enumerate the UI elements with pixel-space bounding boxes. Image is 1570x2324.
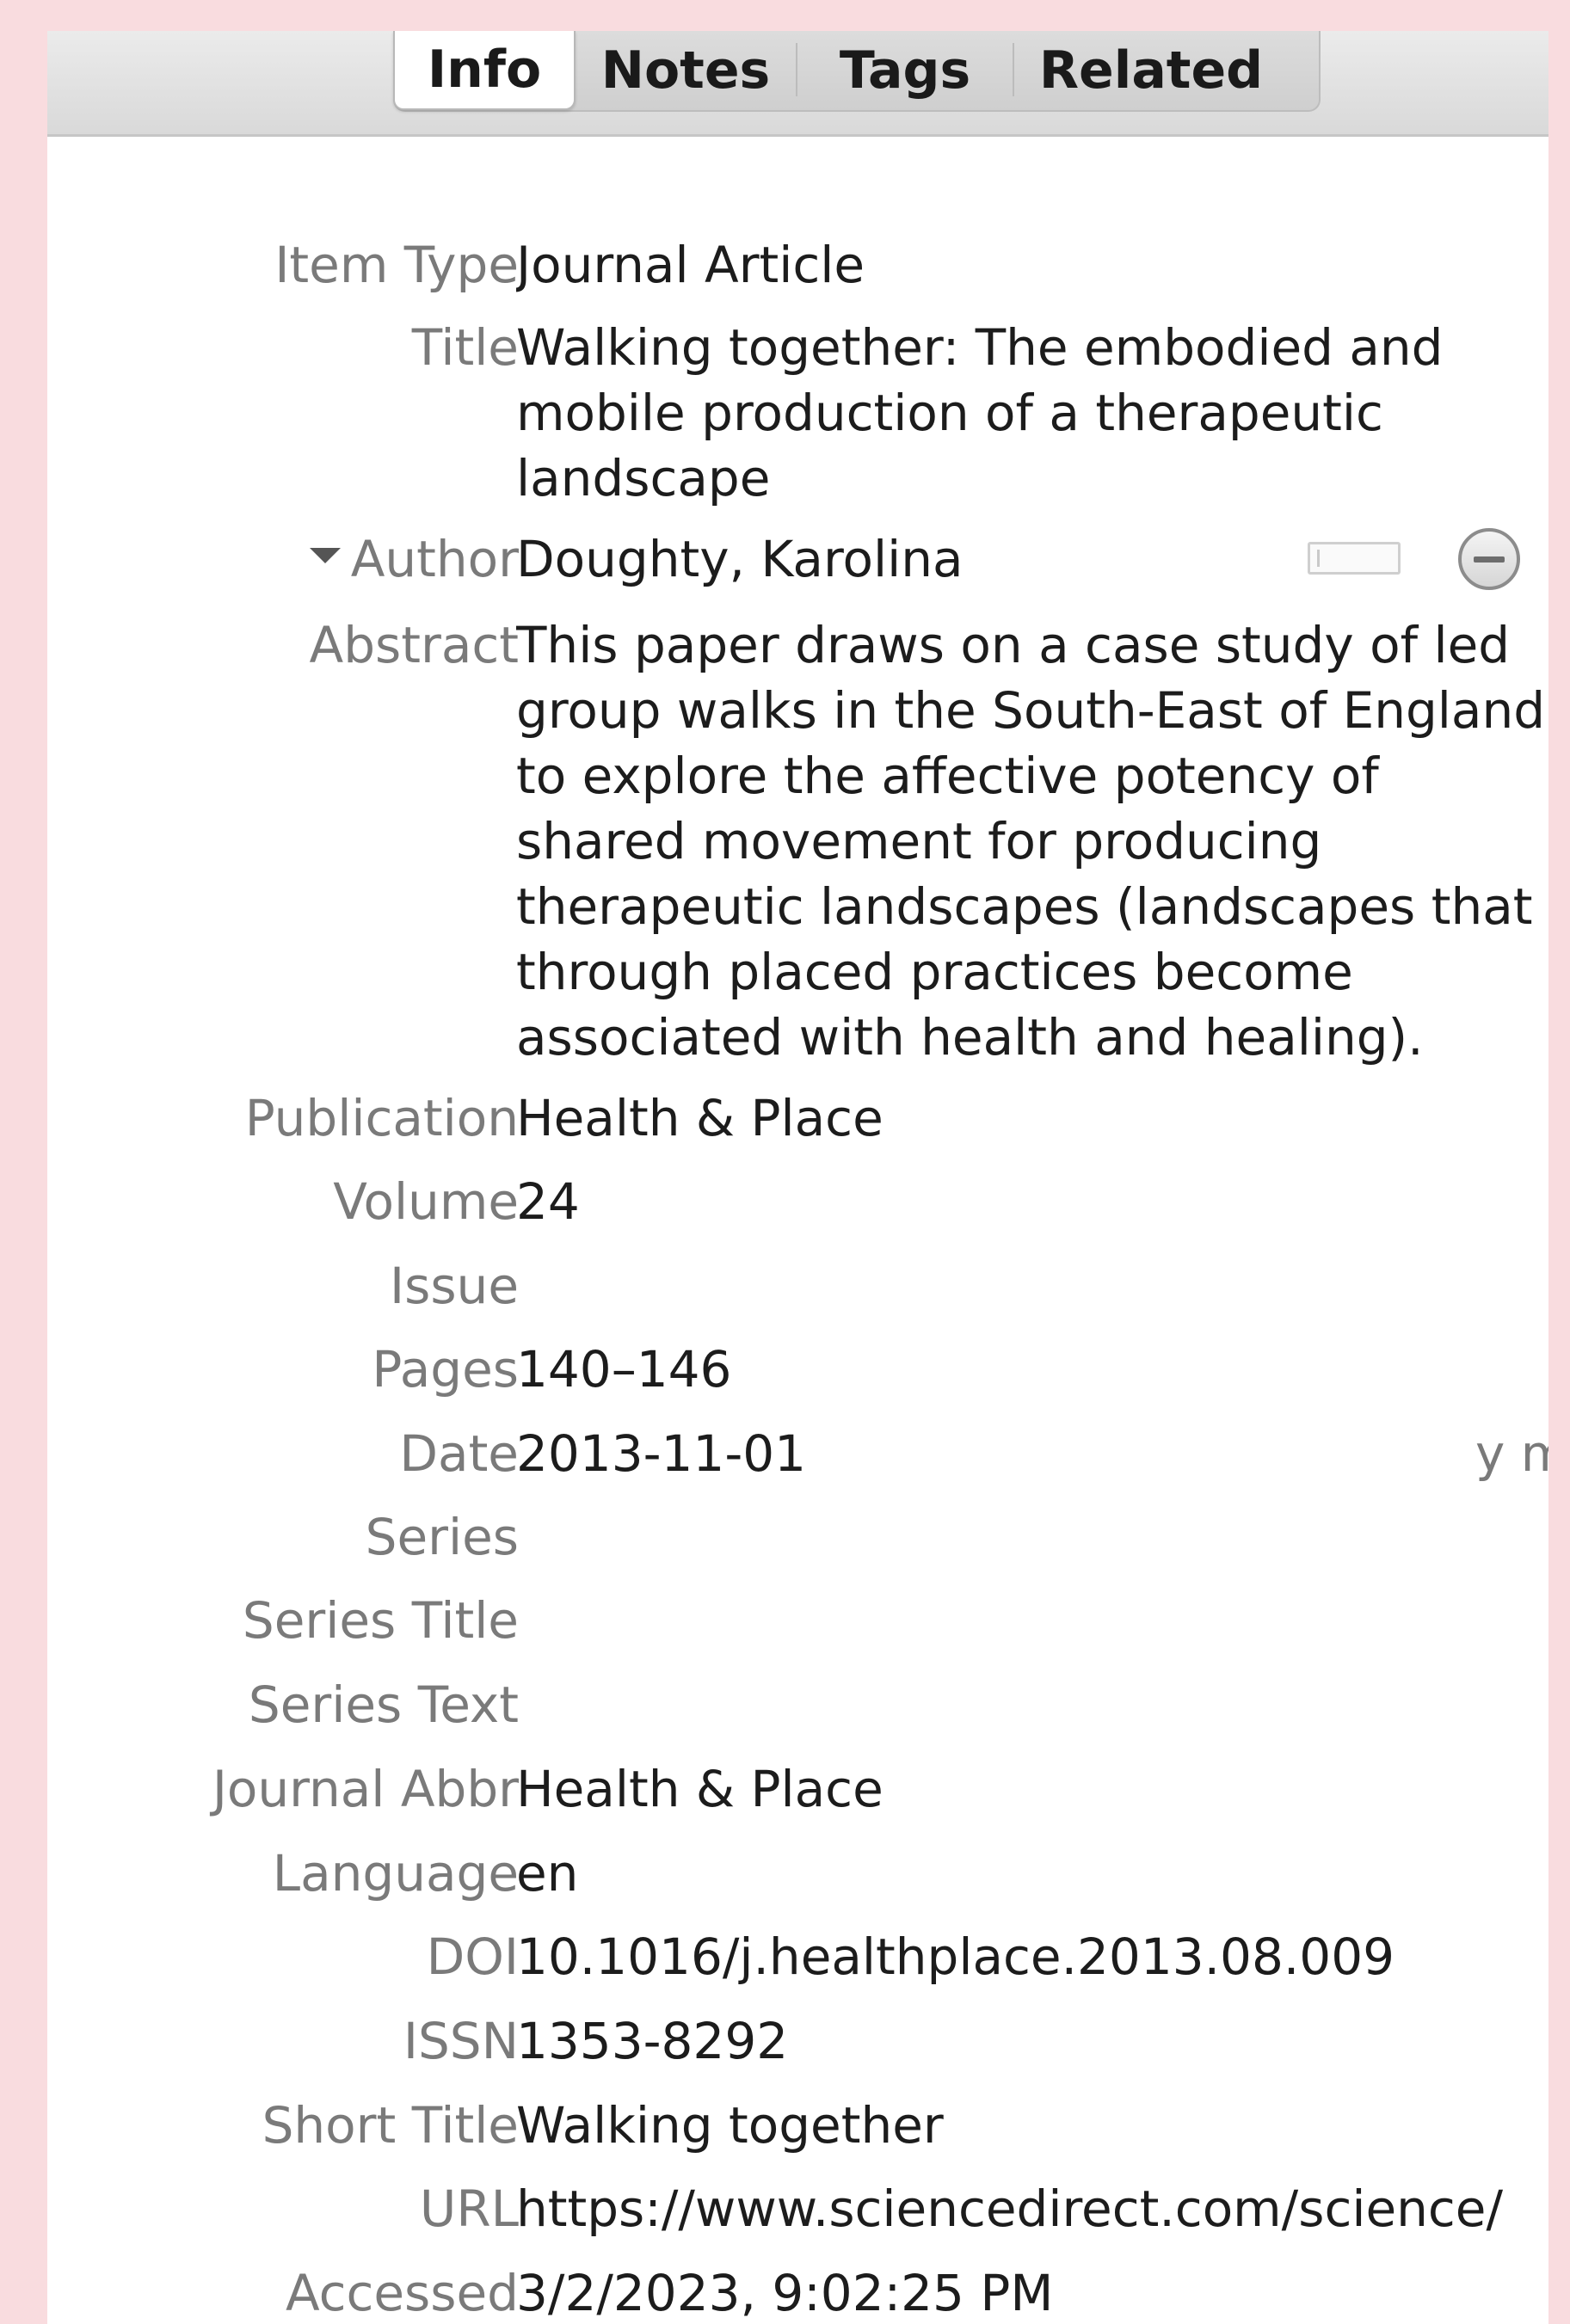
tab-bar: Info Notes Tags Related [393,31,1321,112]
field-label: Language [272,1844,519,1903]
abstract-value[interactable]: This paper draws on a case study of led … [516,612,1548,1070]
doi-value[interactable]: 10.1016/j.healthplace.2013.08.009 [516,1924,1548,1989]
field-label: Series [365,1508,519,1566]
minus-circle-icon[interactable] [1458,528,1520,590]
field-label: Series Title [242,1591,519,1650]
field-label: DOI [426,1927,519,1986]
field-label: Author [350,530,519,588]
tab-related[interactable]: Related [1014,31,1288,110]
publication-value[interactable]: Health & Place [516,1085,1548,1151]
field-label: Issue [390,1257,519,1315]
accessed-value[interactable]: 3/2/2023, 9:02:25 PM [516,2260,1548,2324]
field-label: Series Text [248,1675,519,1734]
date-value[interactable]: 2013-11-01 [516,1421,1376,1486]
language-value[interactable]: en [516,1841,1548,1906]
short-title-value[interactable]: Walking together [516,2093,1548,2158]
tab-tags[interactable]: Tags [797,31,1013,110]
item-pane: Info Notes Tags Related Item Type Journa… [47,31,1548,2324]
triangle-down-icon[interactable] [309,547,341,563]
author-label-wrap[interactable]: Author [309,526,519,592]
field-label: Accessed [285,2264,519,2322]
item-pane-toolbar: Info Notes Tags Related [47,31,1548,137]
field-label: ISSN [403,2012,519,2070]
url-value[interactable]: https://www.sciencedirect.com/science/ [516,2176,1548,2241]
title-value[interactable]: Walking together: The embodied and mobil… [516,315,1471,511]
field-label: URL [419,2180,519,2238]
journal-abbr-value[interactable]: Health & Place [516,1756,1548,1822]
field-label: Journal Abbr [212,1760,519,1818]
pages-value[interactable]: 140–146 [516,1337,1548,1402]
field-label: Item Type [274,236,519,294]
tab-info[interactable]: Info [393,31,576,110]
field-label: Title [411,318,519,377]
item-type-value[interactable]: Journal Article [516,232,1548,298]
volume-value[interactable]: 24 [516,1169,1548,1234]
author-value[interactable]: Doughty, Karolina [516,526,1273,592]
field-label: Short Title [262,2096,519,2155]
author-mode-toggle[interactable] [1308,542,1401,575]
field-label: Date [399,1424,519,1483]
issn-value[interactable]: 1353-8292 [516,2008,1548,2074]
tab-notes[interactable]: Notes [576,31,796,110]
date-format-hint: y m [1475,1424,1548,1483]
field-label: Volume [333,1172,519,1231]
field-label: Abstract [309,616,519,674]
field-label: Pages [372,1340,519,1399]
field-label: Publication [244,1089,519,1147]
